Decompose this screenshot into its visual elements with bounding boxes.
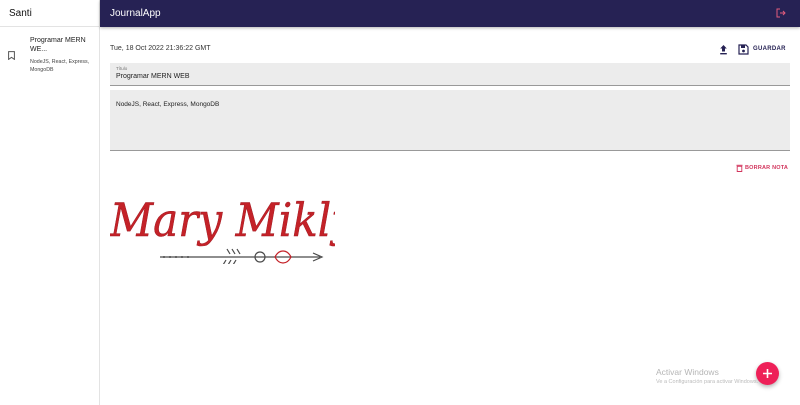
delete-note-button[interactable]: BORRAR NOTA: [736, 164, 788, 172]
note-view: Tue, 18 Oct 2022 21:36:22 GMT GUARDAR Tí…: [100, 27, 800, 405]
body-field-value: NodeJS, React, Express, MongoDB: [116, 101, 220, 108]
sidebar-user-name: Santi: [0, 0, 99, 27]
title-field-value: Programar MERN WEB: [116, 73, 190, 80]
delete-note-label: BORRAR NOTA: [745, 165, 789, 171]
save-button-label: GUARDAR: [753, 46, 786, 52]
app-title: JournalApp: [110, 8, 161, 19]
plus-icon: [763, 369, 772, 378]
bookmark-icon: [8, 51, 15, 60]
sidebar: Santi Programar MERN WE... NodeJS, React…: [0, 0, 100, 405]
windows-activation-watermark: Activar Windows Ve a Configuración para …: [656, 367, 758, 385]
journal-entry-item[interactable]: Programar MERN WE... NodeJS, React, Expr…: [0, 34, 100, 78]
arrow-ornament: [160, 248, 324, 264]
logout-icon[interactable]: [776, 8, 786, 18]
save-button[interactable]: GUARDAR: [738, 42, 786, 56]
save-icon: [738, 43, 749, 55]
watermark-title: Activar Windows: [656, 367, 719, 377]
journal-entry-body: NodeJS, React, Express, MongoDB: [30, 59, 90, 73]
trash-icon: [736, 164, 743, 172]
new-entry-fab[interactable]: [756, 362, 779, 385]
upload-icon[interactable]: [719, 44, 728, 55]
body-field[interactable]: NodeJS, React, Express, MongoDB: [110, 90, 790, 151]
note-image: Mary Mikly: [110, 184, 335, 264]
title-field-label: Título: [116, 66, 128, 71]
note-date: Tue, 18 Oct 2022 21:36:22 GMT: [110, 45, 211, 52]
watermark-subtitle: Ve a Configuración para activar Windows.: [656, 379, 759, 385]
note-image-text: Mary Mikly: [110, 193, 335, 247]
title-field[interactable]: Título Programar MERN WEB: [110, 63, 790, 86]
journal-entry-title: Programar MERN WE...: [30, 37, 86, 53]
app-bar: JournalApp: [100, 0, 800, 27]
